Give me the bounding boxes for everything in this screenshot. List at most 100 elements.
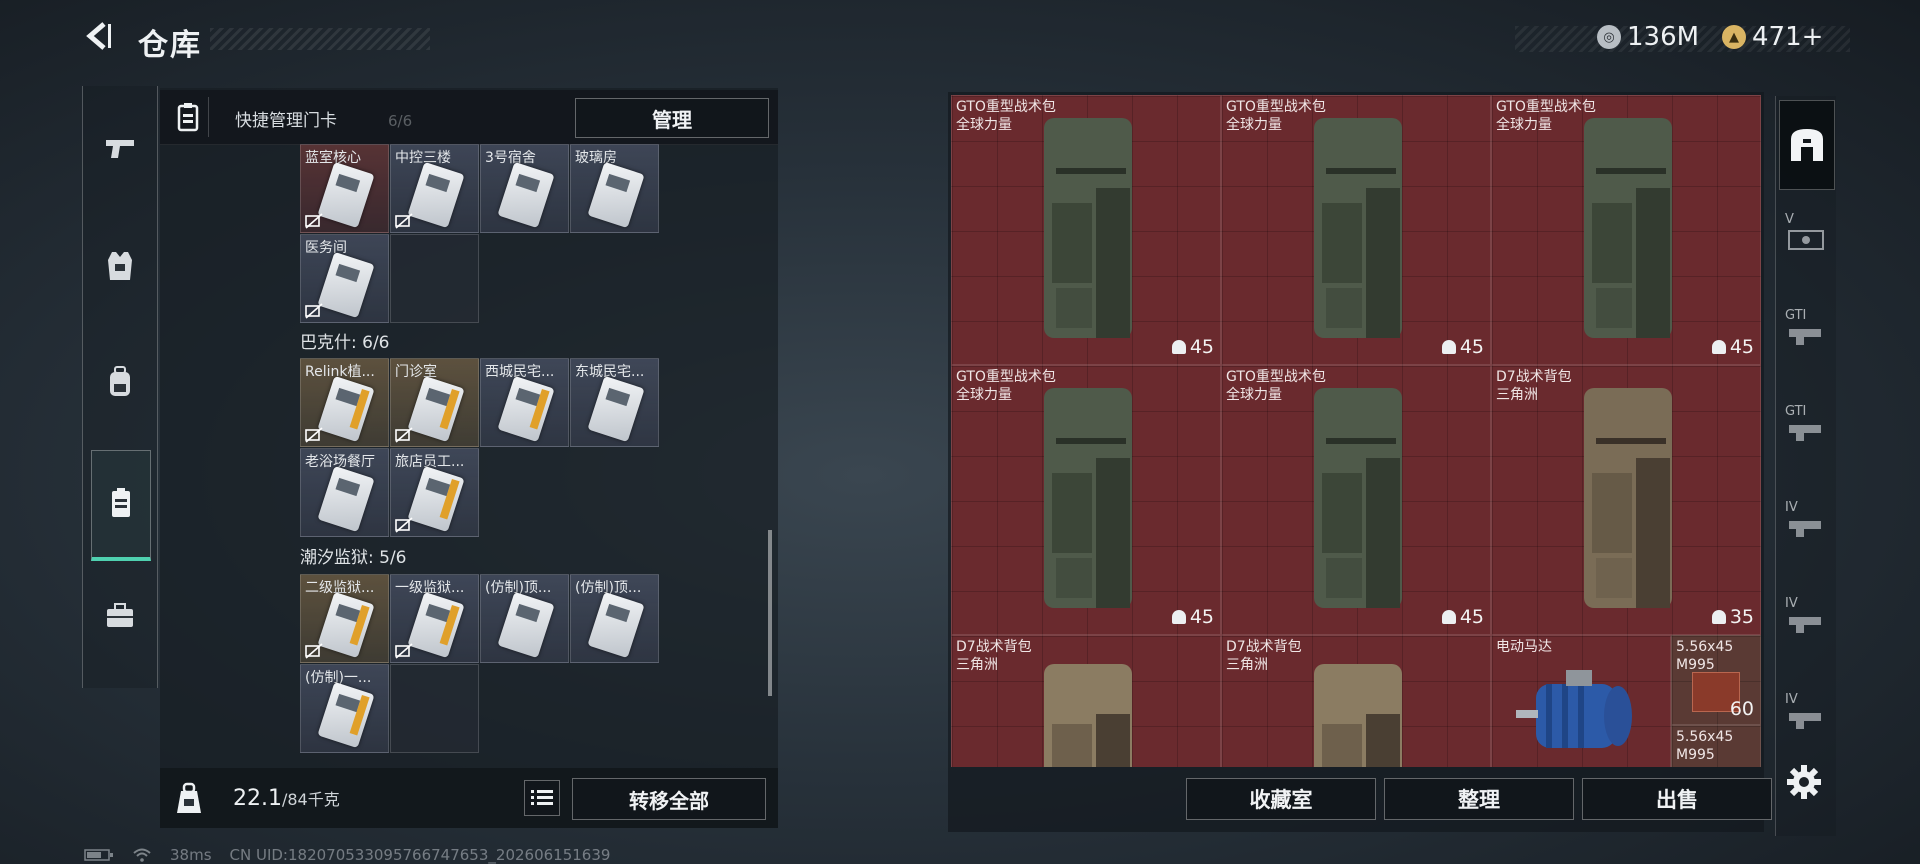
vault-button[interactable]: 收藏室 xyxy=(1186,778,1376,820)
no-transfer-icon xyxy=(305,427,323,443)
keycard-slot[interactable]: Relink植... xyxy=(300,358,389,447)
inventory-item[interactable]: GTO重型战术包 全球力量 45 xyxy=(951,95,1221,365)
back-arrow-icon xyxy=(86,22,111,50)
nav-weapons[interactable] xyxy=(91,108,149,188)
storage-tab-label: IV xyxy=(1785,500,1798,515)
toolbox-icon xyxy=(107,603,133,627)
ammo-subtitle: M995 xyxy=(1676,747,1715,763)
keycard-image xyxy=(407,591,465,659)
inventory-item[interactable]: D7战术背包 三角洲 xyxy=(951,635,1221,767)
currency-silver: ◎ 136M xyxy=(1597,22,1699,52)
inventory-item[interactable]: GTO重型战术包 全球力量 45 xyxy=(1221,365,1491,635)
ammo-item[interactable]: 5.56x45 M995 60 xyxy=(1671,635,1761,725)
keycard-slot[interactable]: 旅店员工... xyxy=(390,448,479,537)
storage-tab-case[interactable]: GTI xyxy=(1779,292,1833,380)
quick-manage-keycards-label: 快捷管理门卡 xyxy=(235,111,337,131)
keycard-slot[interactable]: 中控三楼 xyxy=(390,144,479,233)
sell-button[interactable]: 出售 xyxy=(1582,778,1772,820)
manage-button[interactable]: 管理 xyxy=(575,98,769,138)
storage-tab-main[interactable] xyxy=(1779,100,1835,190)
empty-keycard-slot[interactable] xyxy=(390,664,479,753)
helmet-icon xyxy=(1441,610,1456,624)
backpack-image xyxy=(1584,118,1672,338)
backpack-image xyxy=(1044,388,1132,608)
storage-tab-case[interactable]: GTI xyxy=(1779,388,1833,476)
battery-icon xyxy=(84,849,113,861)
keycard-slot[interactable]: (仿制)一... xyxy=(300,664,389,753)
keycard-slot[interactable]: 医务间 xyxy=(300,234,389,323)
currency-gold: ▲ 471+ xyxy=(1722,22,1823,52)
item-subtitle: 三角洲 xyxy=(1226,657,1268,673)
back-button[interactable] xyxy=(80,18,120,58)
weight-readout: 22.1/84千克 xyxy=(233,786,340,811)
keycard-list[interactable]: 蓝室核心 中控三楼 3号宿舍 玻璃房 医务间 巴克什: 6/6 Relink植.… xyxy=(160,144,770,764)
nav-keycards[interactable] xyxy=(91,450,151,561)
helmet-icon xyxy=(1171,340,1186,354)
item-subtitle: 三角洲 xyxy=(1496,387,1538,403)
keycard-slot[interactable]: 老浴场餐厅 xyxy=(300,448,389,537)
empty-keycard-slot[interactable] xyxy=(390,234,479,323)
nav-tools[interactable] xyxy=(91,576,149,656)
electric-motor-image xyxy=(1516,670,1632,748)
keycard-slot[interactable]: 东城民宅... xyxy=(570,358,659,447)
inventory-item[interactable]: GTO重型战术包 全球力量 45 xyxy=(951,365,1221,635)
status-bar: 38ms CN UID:18207053309576674765​3_20260… xyxy=(84,846,610,864)
backpack-image xyxy=(1044,118,1132,338)
list-view-button[interactable] xyxy=(524,780,560,816)
keycard-slot[interactable]: 二级监狱... xyxy=(300,574,389,663)
ammo-item[interactable]: 5.56x45 M995 xyxy=(1671,725,1761,767)
helmet-icon xyxy=(1711,340,1726,354)
nav-backpack[interactable] xyxy=(91,342,149,422)
storage-tab-case[interactable]: IV xyxy=(1779,676,1833,764)
keycard-image xyxy=(497,375,555,443)
weapon-case-icon xyxy=(1788,230,1824,250)
sort-button[interactable]: 整理 xyxy=(1384,778,1574,820)
item-subtitle: 三角洲 xyxy=(956,657,998,673)
group-title: 巴克什: 6/6 xyxy=(300,333,390,353)
weapon-case-icon xyxy=(1789,329,1821,345)
storage-tab-case[interactable]: IV xyxy=(1779,484,1833,572)
keycard-image xyxy=(317,465,375,533)
keycard-slot[interactable]: 西城民宅... xyxy=(480,358,569,447)
nav-armor[interactable] xyxy=(91,226,149,306)
keycard-image xyxy=(317,681,375,749)
inventory-item[interactable]: D7战术背包 三角洲 xyxy=(1221,635,1491,767)
helmet-icon xyxy=(1441,340,1456,354)
settings-button[interactable] xyxy=(1784,762,1824,802)
currency-silver-value: 136M xyxy=(1627,22,1700,52)
gold-triangle-coin-icon: ▲ xyxy=(1722,25,1746,49)
inventory-item[interactable]: 电动马达 xyxy=(1491,635,1671,767)
keycard-list-scrollbar[interactable] xyxy=(768,530,772,696)
keycard-image xyxy=(317,161,375,229)
keycard-slot[interactable]: 门诊室 xyxy=(390,358,479,447)
category-nav xyxy=(82,86,158,688)
pistol-icon xyxy=(106,140,134,158)
keycard-slot[interactable]: 玻璃房 xyxy=(570,144,659,233)
keycard-slot[interactable]: (仿制)顶... xyxy=(480,574,569,663)
item-count: 35 xyxy=(1729,606,1754,628)
item-name: D7战术背包 xyxy=(1226,639,1302,655)
keycard-slot[interactable]: 3号宿舍 xyxy=(480,144,569,233)
keycard-slot[interactable]: (仿制)顶... xyxy=(570,574,659,663)
helmet-icon xyxy=(1171,610,1186,624)
armor-vest-icon xyxy=(108,252,132,280)
item-count: 45 xyxy=(1459,336,1484,358)
keycard-image xyxy=(317,251,375,319)
ping-value: 38ms xyxy=(170,846,212,864)
item-name: 电动马达 xyxy=(1496,639,1552,655)
keycard-slot[interactable]: 一级监狱... xyxy=(390,574,479,663)
inventory-item[interactable]: GTO重型战术包 全球力量 45 xyxy=(1491,95,1761,365)
inventory-item[interactable]: GTO重型战术包 全球力量 45 xyxy=(1221,95,1491,365)
storage-tab-case[interactable]: IV xyxy=(1779,580,1833,668)
weight-value: 22.1 xyxy=(233,786,282,811)
transfer-all-button[interactable]: 转移全部 xyxy=(572,778,766,820)
list-icon xyxy=(531,790,553,805)
storage-tab-case[interactable]: V xyxy=(1779,196,1833,284)
keycard-icon xyxy=(112,488,130,517)
inventory-item[interactable]: D7战术背包 三角洲 35 xyxy=(1491,365,1761,635)
item-name: D7战术背包 xyxy=(1496,369,1572,385)
stash-grid[interactable]: GTO重型战术包 全球力量 45 GTO重型战术包 全球力量 45 GTO重型战术包… xyxy=(951,95,1761,767)
item-count: 45 xyxy=(1189,336,1214,358)
storage-tab-label: V xyxy=(1785,212,1794,227)
keycard-slot[interactable]: 蓝室核心 xyxy=(300,144,389,233)
